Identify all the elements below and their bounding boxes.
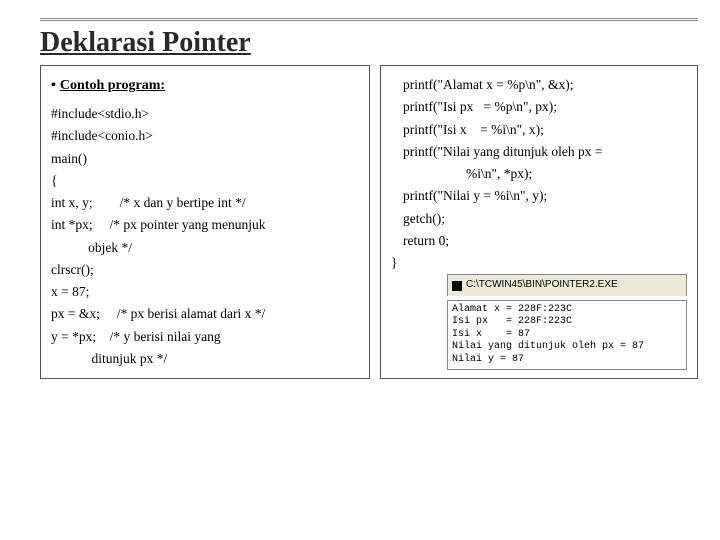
code-line: px = &x; /* px berisi alamat dari x */ xyxy=(51,303,359,325)
left-heading: Contoh program: xyxy=(51,74,359,97)
code-line: printf("Nilai y = %i\n", y); xyxy=(391,185,687,207)
code-line: printf("Isi x = %i\n", x); xyxy=(391,119,687,141)
code-line: #include<stdio.h> xyxy=(51,103,359,125)
right-column: printf("Alamat x = %p\n", &x); printf("I… xyxy=(380,65,698,379)
left-column: Contoh program: #include<stdio.h> #inclu… xyxy=(40,65,370,379)
code-line: ditunjuk px */ xyxy=(51,348,359,370)
slide: Deklarasi Pointer Contoh program: #inclu… xyxy=(0,0,720,540)
columns: Contoh program: #include<stdio.h> #inclu… xyxy=(40,65,698,379)
code-line: printf("Alamat x = %p\n", &x); xyxy=(391,74,687,96)
code-line: #include<conio.h> xyxy=(51,125,359,147)
code-line: int x, y; /* x dan y bertipe int */ xyxy=(51,192,359,214)
code-line: getch(); xyxy=(391,208,687,230)
code-line: y = *px; /* y berisi nilai yang xyxy=(51,326,359,348)
code-line: { xyxy=(51,170,359,192)
code-line: clrscr(); xyxy=(51,259,359,281)
console-path: C:\TCWIN45\BIN\POINTER2.EXE xyxy=(466,277,618,294)
console-output: Alamat x = 228F:223C Isi px = 228F:223C … xyxy=(447,300,687,371)
console-titlebar: C:\TCWIN45\BIN\POINTER2.EXE xyxy=(447,274,687,296)
code-line: int *px; /* px pointer yang menunjuk xyxy=(51,214,359,236)
code-line: main() xyxy=(51,148,359,170)
code-line: printf("Isi px = %p\n", px); xyxy=(391,96,687,118)
code-line: return 0; xyxy=(391,230,687,252)
console-icon xyxy=(452,281,462,291)
code-line: x = 87; xyxy=(51,281,359,303)
code-line: printf("Nilai yang ditunjuk oleh px = xyxy=(391,141,687,163)
code-line: %i\n", *px); xyxy=(391,163,687,185)
code-line: objek */ xyxy=(51,237,359,259)
console-window: C:\TCWIN45\BIN\POINTER2.EXE Alamat x = 2… xyxy=(447,270,687,370)
slide-title: Deklarasi Pointer xyxy=(40,18,698,59)
